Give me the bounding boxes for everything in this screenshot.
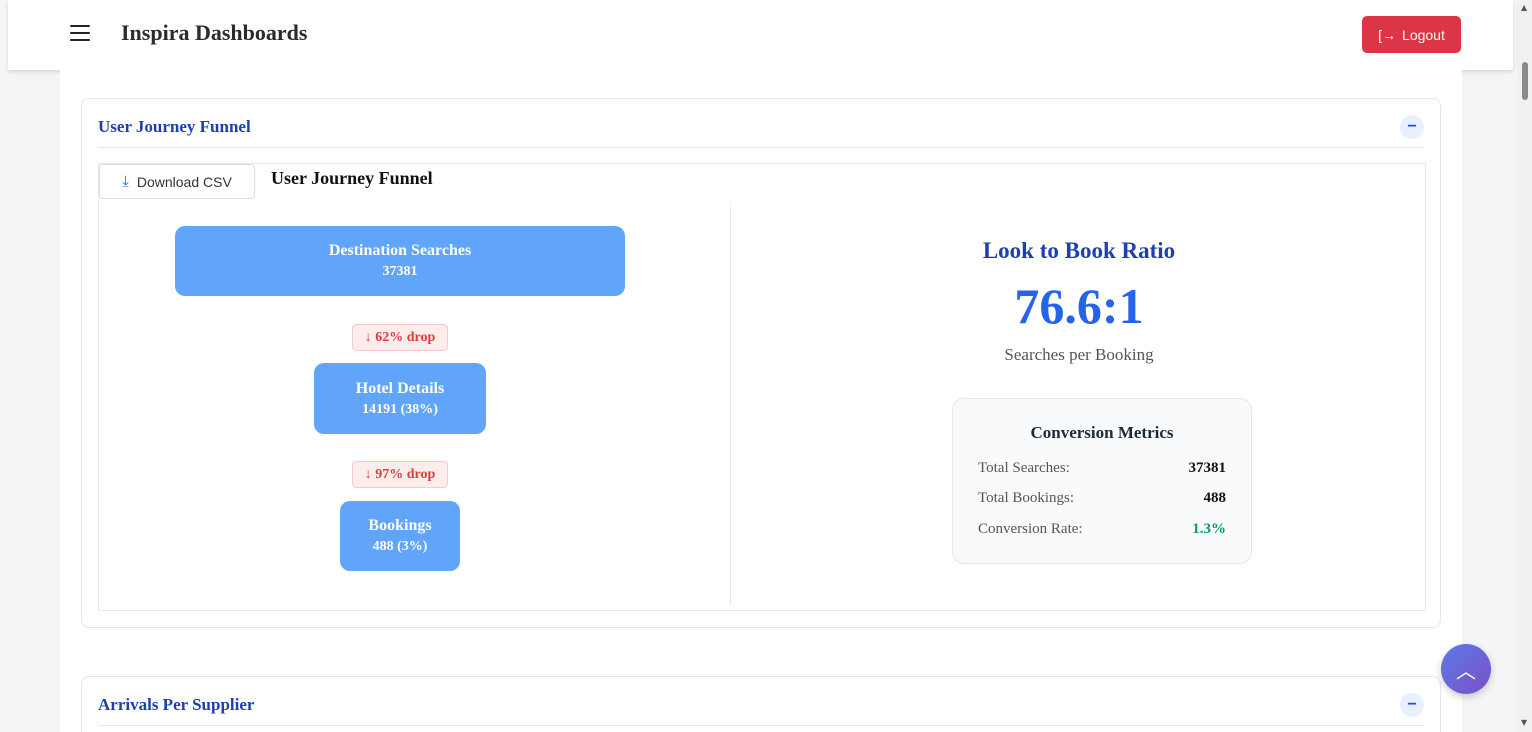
logout-label: Logout <box>1402 26 1445 43</box>
app-title: Inspira Dashboards <box>121 20 308 45</box>
chevron-up-icon: ︿ <box>1456 658 1476 683</box>
hamburger-icon[interactable] <box>70 25 90 41</box>
scroll-up-arrow-icon[interactable]: ▲ <box>1521 3 1527 12</box>
card-divider <box>98 147 1424 148</box>
download-csv-button[interactable]: ⤓ Download CSV <box>99 164 255 199</box>
funnel-panel: ⤓ Download CSV User Journey Funnel Desti… <box>98 163 1426 611</box>
stage-value: 14191 (38%) <box>362 401 438 417</box>
download-label: Download CSV <box>136 173 232 190</box>
card-title: Arrivals Per Supplier <box>98 695 255 714</box>
stage-value: 488 (3%) <box>372 539 428 554</box>
user-journey-funnel-card: User Journey Funnel − ⤓ Download CSV Use… <box>81 98 1441 628</box>
logout-icon: [→ <box>1378 26 1397 43</box>
metric-value: 488 <box>1203 490 1227 506</box>
arrivals-per-supplier-card: Arrivals Per Supplier − <box>81 676 1441 732</box>
metric-value: 37381 <box>1188 460 1227 476</box>
panel-divider <box>730 206 731 606</box>
funnel-stage-destination-searches: Destination Searches 37381 <box>175 226 625 296</box>
metric-row: Conversion Rate: 1.3% <box>978 521 1226 538</box>
drop-badge: ↓ 62% drop <box>352 324 448 351</box>
stage-value: 37381 <box>382 264 418 279</box>
metric-label: Total Bookings: <box>978 490 1075 506</box>
stage-name: Bookings <box>368 517 432 534</box>
metrics-title: Conversion Metrics <box>1030 423 1174 442</box>
metric-label: Total Searches: <box>978 460 1070 476</box>
stage-name: Destination Searches <box>328 242 472 259</box>
metric-row: Total Bookings: 488 <box>978 490 1226 507</box>
ratio-subtitle: Searches per Booking <box>1004 345 1154 364</box>
metric-value: 1.3% <box>1192 521 1226 537</box>
stage-name: Hotel Details <box>355 379 445 397</box>
scroll-down-arrow-icon[interactable]: ▼ <box>1521 718 1527 727</box>
collapse-button[interactable]: − <box>1400 693 1424 717</box>
drop-badge: ↓ 97% drop <box>352 461 448 488</box>
main-content: User Journey Funnel − ⤓ Download CSV Use… <box>60 70 1462 732</box>
funnel-stage-hotel-details: Hotel Details 14191 (38%) <box>314 363 486 434</box>
top-navbar: Inspira Dashboards [→ Logout <box>8 0 1513 70</box>
metric-row: Total Searches: 37381 <box>978 460 1226 477</box>
ratio-title: Look to Book Ratio <box>982 238 1176 263</box>
chart-title: User Journey Funnel <box>271 168 433 188</box>
scroll-to-top-button[interactable]: ︿ <box>1441 644 1491 694</box>
metric-label: Conversion Rate: <box>978 521 1083 537</box>
collapse-button[interactable]: − <box>1400 115 1424 139</box>
conversion-metrics-box: Conversion Metrics Total Searches: 37381… <box>952 398 1252 564</box>
page-scrollbar[interactable]: ▲ ▼ <box>1517 0 1532 732</box>
ratio-value: 76.6:1 <box>1014 278 1144 334</box>
funnel-stage-bookings: Bookings 488 (3%) <box>340 501 460 571</box>
scrollbar-thumb[interactable] <box>1522 62 1528 100</box>
card-divider <box>98 725 1424 726</box>
logout-button[interactable]: [→ Logout <box>1362 16 1461 53</box>
card-title: User Journey Funnel <box>98 117 251 136</box>
download-icon: ⤓ <box>122 173 129 190</box>
